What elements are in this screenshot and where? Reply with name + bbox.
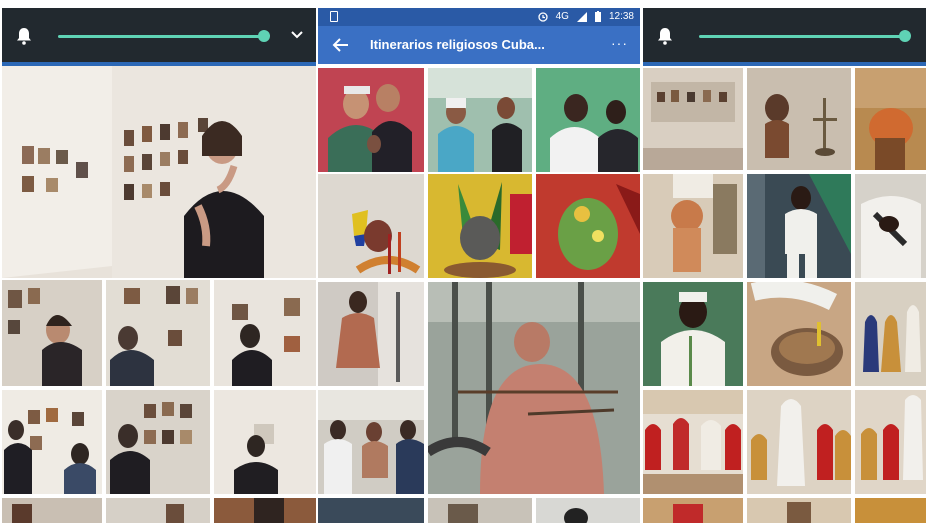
bell-icon[interactable] — [16, 27, 32, 45]
photo-tile[interactable] — [855, 174, 926, 278]
volume-bar — [2, 8, 316, 64]
photo-tile[interactable] — [855, 282, 926, 386]
photo-tile[interactable] — [106, 498, 210, 523]
chevron-down-icon[interactable] — [288, 26, 306, 44]
photo-tile[interactable] — [747, 68, 851, 170]
volume-slider-track[interactable] — [58, 35, 266, 38]
photo-tile[interactable] — [747, 498, 851, 523]
photo-tile[interactable] — [214, 280, 316, 386]
app-bar: Itinerarios religiosos Cuba... ··· — [318, 26, 640, 64]
photo-tile[interactable] — [2, 66, 316, 278]
photo-tile[interactable] — [536, 498, 640, 523]
divider — [643, 62, 926, 66]
more-icon[interactable]: ··· — [611, 35, 628, 51]
photo-tile[interactable] — [643, 390, 743, 494]
photo-tile[interactable] — [855, 390, 926, 494]
volume-slider-knob[interactable] — [258, 30, 270, 42]
photo-tile[interactable] — [214, 498, 316, 523]
photo-tile[interactable] — [428, 282, 640, 494]
photo-tile[interactable] — [318, 174, 424, 278]
album-title: Itinerarios religiosos Cuba... — [370, 37, 545, 52]
back-arrow-icon[interactable] — [332, 36, 350, 54]
notification-icon — [330, 11, 338, 22]
photo-tile[interactable] — [2, 280, 102, 386]
signal-icon — [576, 11, 587, 22]
photo-tile[interactable] — [536, 68, 640, 172]
right-screen — [643, 0, 926, 523]
photo-tile[interactable] — [2, 390, 102, 494]
left-screen — [2, 0, 316, 523]
photo-tile[interactable] — [318, 498, 424, 523]
alarm-icon — [537, 11, 548, 22]
photo-tile[interactable] — [643, 174, 743, 278]
photo-tile[interactable] — [643, 498, 743, 523]
bell-icon[interactable] — [657, 27, 673, 45]
photo-tile[interactable] — [428, 68, 532, 172]
photo-tile[interactable] — [318, 68, 424, 172]
network-type: 4G — [555, 11, 569, 22]
photo-tile[interactable] — [106, 280, 210, 386]
photo-tile[interactable] — [318, 390, 424, 494]
photo-tile[interactable] — [428, 174, 532, 278]
photo-tile[interactable] — [855, 68, 926, 170]
photo-tile[interactable] — [855, 498, 926, 523]
photo-tile[interactable] — [428, 498, 532, 523]
photo-tile[interactable] — [643, 282, 743, 386]
status-bar: 4G 12:38 — [318, 8, 640, 26]
status-time: 12:38 — [608, 11, 634, 22]
photo-tile[interactable] — [747, 390, 851, 494]
photo-tile[interactable] — [214, 390, 316, 494]
volume-slider-track[interactable] — [699, 35, 905, 38]
middle-screen: 4G 12:38 Itinerarios religiosos Cuba... … — [318, 0, 640, 523]
photo-tile[interactable] — [2, 498, 102, 523]
volume-bar — [643, 8, 926, 64]
battery-icon — [594, 11, 601, 22]
photo-tile[interactable] — [106, 390, 210, 494]
photo-tile[interactable] — [536, 174, 640, 278]
photo-tile[interactable] — [318, 282, 424, 386]
photo-tile[interactable] — [747, 174, 851, 278]
photo-tile[interactable] — [643, 68, 743, 170]
photo-tile[interactable] — [747, 282, 851, 386]
volume-slider-knob[interactable] — [899, 30, 911, 42]
